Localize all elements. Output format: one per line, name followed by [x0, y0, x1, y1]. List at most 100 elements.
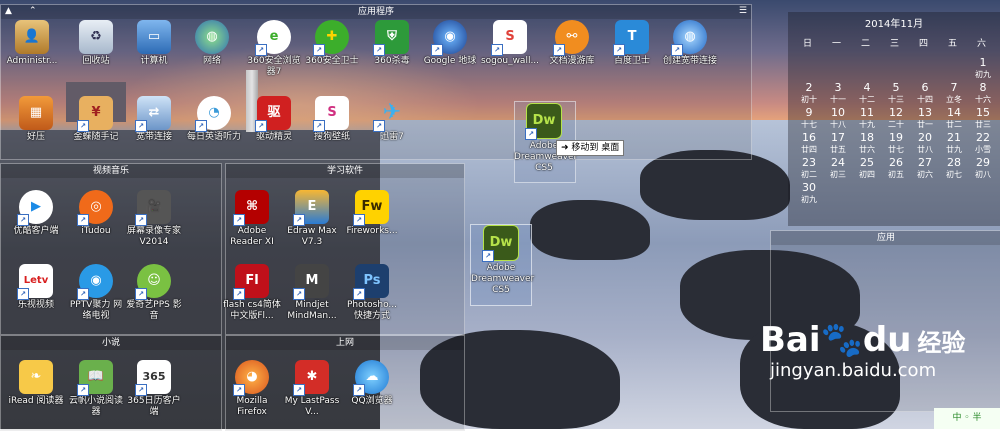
icon-adobe-reader[interactable]: ⌘ ↗ Adobe Reader XI: [222, 190, 282, 248]
calendar-day[interactable]: 7 立冬: [941, 81, 967, 105]
calendar-day[interactable]: 25 初四: [854, 156, 880, 180]
calendar-day[interactable]: 8 十六: [970, 81, 996, 105]
icon-computer[interactable]: ▭ 计算机: [124, 20, 184, 67]
weekday-label: 日: [803, 39, 813, 49]
icon-360-guard[interactable]: ✚ ↗ 360安全卫士: [302, 20, 362, 67]
calendar-day[interactable]: 13 廿一: [912, 106, 938, 130]
icon-recycle-bin[interactable]: ♻ 回收站: [66, 20, 126, 67]
icon-360-antivirus[interactable]: ⛨ ↗ 360杀毒: [362, 20, 422, 67]
calendar-day[interactable]: 3 十一: [825, 81, 851, 105]
icon-pps[interactable]: ☺ ↗ 爱奇艺PPS 影音: [124, 264, 184, 322]
calendar-day[interactable]: 24 初三: [825, 156, 851, 180]
fence-collapse-icon[interactable]: ▲: [5, 6, 12, 16]
icon-xunlei[interactable]: ✈ ↗ 迅雷7: [362, 96, 422, 143]
calendar-lunar-label: 廿七: [888, 145, 904, 154]
calendar-day[interactable]: 29 初八: [970, 156, 996, 180]
bird-icon: ✈ ↗: [373, 96, 409, 132]
calendar-day[interactable]: 27 初六: [912, 156, 938, 180]
calendar-day[interactable]: 26 初五: [883, 156, 909, 180]
icon-youku[interactable]: ▶ ↗ 优酷客户端: [6, 190, 66, 237]
calendar-day-number: 9: [805, 106, 813, 119]
icon-driver[interactable]: 驱 ↗ 驱动精灵: [244, 96, 304, 143]
calendar-day[interactable]: 10 十八: [825, 106, 851, 130]
calendar-day[interactable]: 16 廿四: [796, 131, 822, 155]
calendar-lunar-label: 廿一: [917, 120, 933, 129]
icon-mindjet[interactable]: M ↗ Mindjet MindMan...: [282, 264, 342, 322]
icon-google-earth[interactable]: ◉ ↗ Google 地球: [420, 20, 480, 67]
icon-dreamweaver-drag[interactable]: Dw ↗ Adobe Dreamweaver CS5: [514, 103, 577, 174]
icon-qqbrowser[interactable]: ☁ ↗ QQ浏览器: [342, 360, 402, 407]
calendar-lunar-label: 初八: [975, 170, 991, 179]
calendar-day[interactable]: 21 廿九: [941, 131, 967, 155]
computer-icon: ▭: [137, 20, 171, 54]
calendar-day[interactable]: 1 初九: [970, 56, 996, 80]
icon-360-browser[interactable]: e ↗ 360安全浏览器7: [244, 20, 304, 78]
icon-baidu-guard[interactable]: T ↗ 百度卫士: [602, 20, 662, 67]
calendar-day[interactable]: 12 二十: [883, 106, 909, 130]
earth-icon: ◉ ↗: [431, 20, 467, 56]
calendar-day[interactable]: 6 十四: [912, 81, 938, 105]
asterisk-icon: ✱ ↗: [293, 360, 329, 396]
calendar-day-number: 20: [918, 131, 932, 144]
calendar-widget[interactable]: 2014年11月 日 一 二 三 四 五 六 1 初九 2 初十 3 十一 4 十二 5 十三 6 十…: [788, 12, 1000, 226]
icon-wenjuan[interactable]: ⚯ ↗ 文档漫游库: [542, 20, 602, 67]
icon-edraw[interactable]: E ↗ Edraw Max V7.3: [282, 190, 342, 248]
calendar-day[interactable]: 9 十七: [796, 106, 822, 130]
shield-icon: ⛨ ↗: [373, 20, 409, 56]
calendar-day[interactable]: 22 小雪: [970, 131, 996, 155]
calendar-lunar-label: 十三: [888, 95, 904, 104]
calendar-day[interactable]: 30 初九: [796, 181, 822, 205]
calendar-day[interactable]: 5 十三: [883, 81, 909, 105]
icon-shortcut[interactable]: ◍ ↗ 创建宽带连接: [660, 20, 720, 67]
pdf-icon: ⌘ ↗: [233, 190, 269, 226]
icon-broadband[interactable]: ⇄ ↗ 宽带连接: [124, 96, 184, 143]
icon-letv[interactable]: Letv ↗ 乐视视频: [6, 264, 66, 311]
calendar-day-number: 18: [860, 131, 874, 144]
chevron-up-icon[interactable]: ⌃: [29, 6, 37, 16]
calendar-day[interactable]: 28 初七: [941, 156, 967, 180]
calendar-day[interactable]: 19 廿七: [883, 131, 909, 155]
plus-shield-icon: ✚ ↗: [313, 20, 349, 56]
calendar-day[interactable]: 20 廿八: [912, 131, 938, 155]
weekday-label: 三: [890, 39, 900, 49]
icon-screen-rec[interactable]: 🎥 ↗ 屏幕录像专家V2014: [124, 190, 184, 248]
calendar-day-number: 16: [802, 131, 816, 144]
icon-network[interactable]: ◍ 网络: [182, 20, 242, 67]
icon-haoya[interactable]: ▦ 好压: [6, 96, 66, 143]
icon-pptv[interactable]: ◉ ↗ PPTV聚力 网络电视: [66, 264, 126, 322]
calendar-lunar-label: 初九: [975, 70, 991, 79]
icon-365-calendar[interactable]: 365 ↗ 365日历客户端: [124, 360, 184, 418]
weekday-label: 二: [861, 39, 871, 49]
icon-dreamweaver[interactable]: Dw ↗ Adobe Dreamweaver CS5: [470, 224, 534, 306]
icon-jinfeng[interactable]: ¥ ↗ 金蝶随手记: [66, 96, 126, 143]
ime-tray[interactable]: 中 ◦ 半: [934, 408, 1000, 429]
calendar-day[interactable]: 18 廿六: [854, 131, 880, 155]
calendar-day[interactable]: 4 十二: [854, 81, 880, 105]
icon-itudou[interactable]: ◎ ↗ iTudou: [66, 190, 126, 237]
calendar-day[interactable]: 17 廿五: [825, 131, 851, 155]
calendar-day[interactable]: 15 廿三: [970, 106, 996, 130]
calendar-lunar-label: 初六: [917, 170, 933, 179]
icon-fireworks[interactable]: Fw ↗ Fireworks...: [342, 190, 402, 237]
icon-iread[interactable]: ❧ iRead 阅读器: [6, 360, 66, 407]
icon-daily-english[interactable]: ◔ ↗ 每日英语听力: [184, 96, 244, 143]
icon-photoshop[interactable]: Ps ↗ Photosho... 快捷方式: [342, 264, 402, 322]
icon-yunfan[interactable]: 📖 ↗ 云帆小说阅读器: [66, 360, 126, 418]
icon-administrator[interactable]: 👤 Administr...: [2, 20, 62, 67]
icon-firefox[interactable]: ◕ ↗ Mozilla Firefox: [222, 360, 282, 418]
calendar-day[interactable]: 14 廿二: [941, 106, 967, 130]
user-folder-icon: 👤: [15, 20, 49, 54]
calendar-lunar-label: 廿四: [801, 145, 817, 154]
icon-sogou-wallpaper[interactable]: S ↗ 搜狗壁纸: [302, 96, 362, 143]
calendar-day-number: 22: [976, 131, 990, 144]
fence-menu-icon[interactable]: ☰: [739, 6, 747, 16]
calendar-day[interactable]: 11 十九: [854, 106, 880, 130]
calendar-day[interactable]: 2 初十: [796, 81, 822, 105]
icon-lastpass[interactable]: ✱ ↗ My LastPass V...: [282, 360, 342, 418]
photoshop-icon: Ps ↗: [353, 264, 389, 300]
icon-sogou-wall[interactable]: S ↗ sogou_wall...: [480, 20, 540, 67]
wallpaper-rock: [640, 150, 790, 220]
icon-flash[interactable]: Fl ↗ flash cs4简体中文版Fl...: [222, 264, 282, 322]
calendar-day[interactable]: 23 初二: [796, 156, 822, 180]
calendar-day-number: 13: [918, 106, 932, 119]
